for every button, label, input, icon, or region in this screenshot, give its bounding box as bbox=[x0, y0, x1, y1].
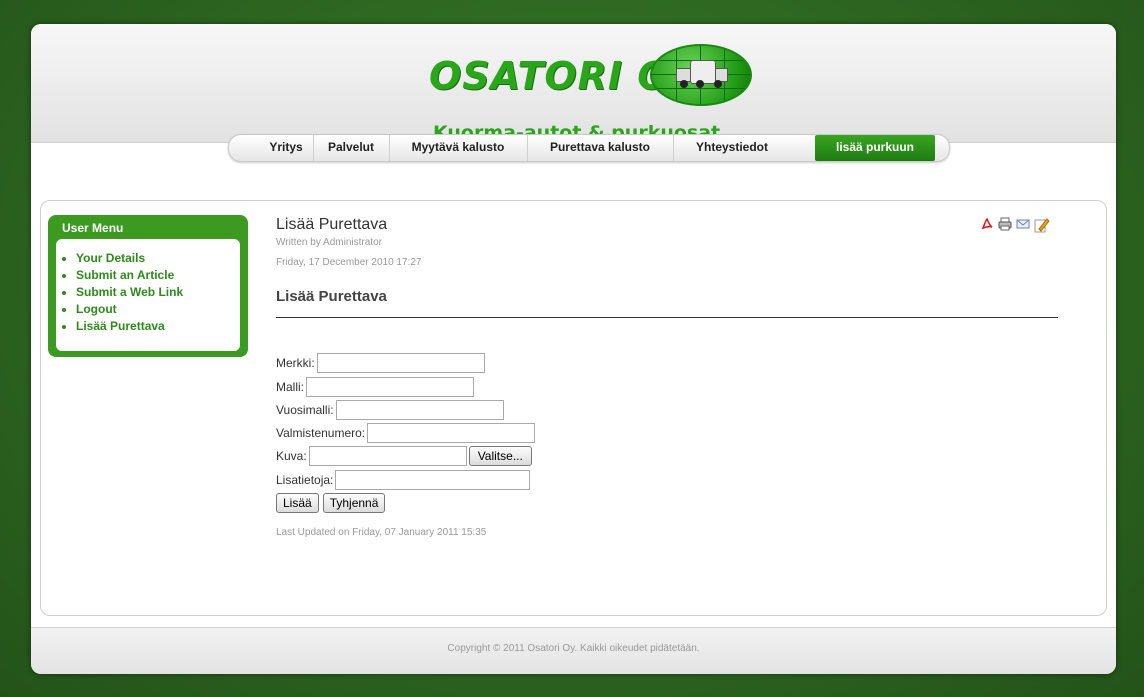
vuosimalli-input[interactable] bbox=[335, 400, 504, 420]
pdf-icon[interactable] bbox=[980, 217, 994, 231]
last-updated: Last Updated on Friday, 07 January 2011 … bbox=[276, 527, 487, 538]
user-menu-item-lisaa-purettava[interactable]: Lisää Purettava bbox=[76, 318, 183, 335]
user-menu-item-submit-article[interactable]: Submit an Article bbox=[76, 267, 183, 284]
globe-truck-icon bbox=[650, 44, 752, 106]
article-title: Lisää Purettava bbox=[276, 216, 388, 233]
print-icon[interactable] bbox=[998, 217, 1012, 231]
site-header: OSATORI OY Kuorma-autot & purkuosat bbox=[31, 24, 1116, 146]
form-row-malli: Malli: bbox=[276, 376, 475, 398]
main-nav: Yritys Palvelut Myytävä kalusto Purettav… bbox=[228, 134, 950, 162]
user-menu-panel: Your Details Submit an Article Submit a … bbox=[56, 239, 240, 351]
article-author: Written by Administrator bbox=[276, 237, 382, 248]
merkki-input[interactable] bbox=[316, 353, 485, 373]
browse-button[interactable]: Valitse... bbox=[468, 446, 532, 466]
article-date: Friday, 17 December 2010 17:27 bbox=[276, 257, 422, 268]
reset-button[interactable]: Tyhjennä bbox=[322, 493, 386, 513]
kuva-file-input[interactable] bbox=[308, 446, 467, 466]
malli-input[interactable] bbox=[306, 377, 475, 397]
lisatietoja-input[interactable] bbox=[335, 470, 531, 490]
form-row-vuosimalli: Vuosimalli: bbox=[276, 399, 504, 421]
site-logo[interactable]: OSATORI OY Kuorma-autot & purkuosat bbox=[421, 36, 761, 146]
lisatietoja-label: Lisatietoja: bbox=[276, 473, 334, 487]
form-row-lisatietoja: Lisatietoja: bbox=[276, 469, 531, 491]
nav-item-yhteystiedot[interactable]: Yhteystiedot bbox=[673, 135, 791, 161]
valmistenumero-label: Valmistenumero: bbox=[276, 426, 366, 440]
user-menu: User Menu Your Details Submit an Article… bbox=[48, 215, 248, 357]
heading-divider bbox=[276, 317, 1058, 318]
email-icon[interactable] bbox=[1016, 217, 1030, 231]
nav-item-yritys[interactable]: Yritys bbox=[259, 135, 314, 161]
merkki-label: Merkki: bbox=[276, 356, 315, 370]
user-menu-list: Your Details Submit an Article Submit a … bbox=[62, 250, 183, 335]
user-menu-item-submit-web-link[interactable]: Submit a Web Link bbox=[76, 284, 183, 301]
content-heading: Lisää Purettava bbox=[276, 288, 387, 305]
form-buttons: Lisää Tyhjennä bbox=[276, 492, 386, 514]
copyright-text: Copyright © 2011 Osatori Oy. Kaikki oike… bbox=[447, 643, 700, 654]
vuosimalli-label: Vuosimalli: bbox=[276, 403, 334, 417]
site-footer: Copyright © 2011 Osatori Oy. Kaikki oike… bbox=[31, 627, 1116, 674]
page-container: OSATORI OY Kuorma-autot & purkuosat Yrit… bbox=[31, 24, 1116, 674]
nav-item-myytava-kalusto[interactable]: Myytävä kalusto bbox=[389, 135, 528, 161]
edit-icon[interactable] bbox=[1034, 217, 1050, 233]
valmistenumero-input[interactable] bbox=[367, 423, 536, 443]
kuva-label: Kuva: bbox=[276, 449, 307, 463]
truck-icon bbox=[676, 56, 728, 90]
form-row-merkki: Merkki: bbox=[276, 352, 485, 374]
user-menu-title: User Menu bbox=[62, 221, 124, 235]
form-row-kuva: Kuva: Valitse... bbox=[276, 445, 532, 467]
malli-label: Malli: bbox=[276, 380, 305, 394]
nav-item-lisaa-purkuun[interactable]: lisää purkuun bbox=[815, 135, 935, 161]
nav-item-purettava-kalusto[interactable]: Purettava kalusto bbox=[527, 135, 674, 161]
user-menu-item-your-details[interactable]: Your Details bbox=[76, 250, 183, 267]
form-row-valmistenumero: Valmistenumero: bbox=[276, 422, 536, 444]
submit-button[interactable]: Lisää bbox=[276, 493, 319, 513]
user-menu-item-logout[interactable]: Logout bbox=[76, 301, 183, 318]
nav-item-palvelut[interactable]: Palvelut bbox=[313, 135, 390, 161]
